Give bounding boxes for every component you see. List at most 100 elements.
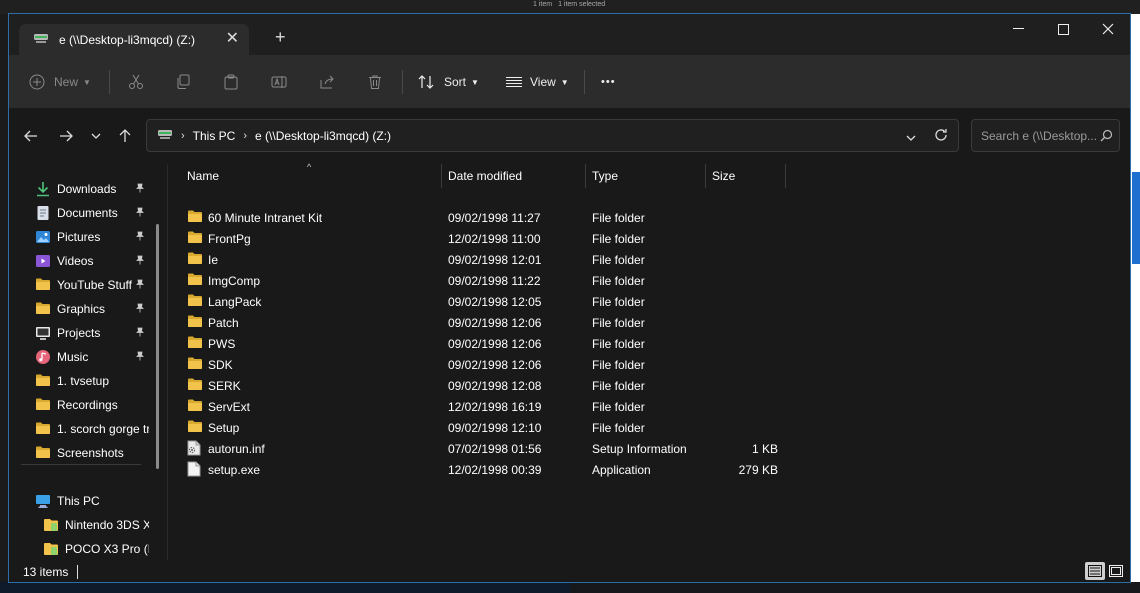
file-date: 09/02/1998 12:05 xyxy=(448,295,542,309)
pin-icon xyxy=(135,255,145,268)
sidebar-item[interactable]: 1. scorch gorge tr xyxy=(9,418,159,440)
search-placeholder: Search e (\\Desktop... xyxy=(981,128,1098,143)
column-type-label: Type xyxy=(592,169,619,183)
cut-button[interactable] xyxy=(128,55,144,109)
column-divider[interactable] xyxy=(441,164,442,188)
sort-icon xyxy=(418,75,434,89)
sidebar-item[interactable]: Downloads xyxy=(9,178,159,200)
new-button[interactable]: New ▼ xyxy=(29,55,91,109)
share-icon xyxy=(320,75,334,89)
table-row[interactable]: FrontPg 12/02/1998 11:00 File folder xyxy=(175,228,795,249)
projects-icon xyxy=(35,325,51,344)
folder-icon xyxy=(35,397,51,414)
address-history-button[interactable] xyxy=(906,130,916,144)
table-row[interactable]: ServExt 12/02/1998 16:19 File folder xyxy=(175,396,795,417)
chevron-down-icon xyxy=(91,133,101,139)
table-row[interactable]: 60 Minute Intranet Kit 09/02/1998 11:27 … xyxy=(175,207,795,228)
sidebar-item-device[interactable]: Nintendo 3DS X xyxy=(9,514,159,536)
folder-icon xyxy=(187,356,203,373)
file-type: Application xyxy=(592,463,651,477)
table-row[interactable]: setup.exe 12/02/1998 00:39 Application 2… xyxy=(175,459,795,480)
sidebar-item[interactable]: Graphics xyxy=(9,298,159,320)
sidebar-item-device[interactable]: POCO X3 Pro (F xyxy=(9,538,159,560)
sidebar-item[interactable]: Projects xyxy=(9,322,159,344)
sidebar-item[interactable]: YouTube Stuff xyxy=(9,274,159,296)
column-header-date[interactable]: Date modified xyxy=(448,164,522,188)
table-row[interactable]: Setup 09/02/1998 12:10 File folder xyxy=(175,417,795,438)
file-type: File folder xyxy=(592,421,645,435)
toolbar-divider xyxy=(109,70,110,94)
search-icon xyxy=(1100,129,1113,145)
tab-title: e (\\Desktop-li3mqcd) (Z:) xyxy=(59,32,196,47)
column-header-name[interactable]: Name xyxy=(187,164,219,188)
tab-current[interactable]: e (\\Desktop-li3mqcd) (Z:) ✕ xyxy=(19,24,249,55)
tiles-view-button[interactable] xyxy=(1106,562,1126,580)
file-date: 12/02/1998 16:19 xyxy=(448,400,542,414)
table-row[interactable]: PWS 09/02/1998 12:06 File folder xyxy=(175,333,795,354)
back-button[interactable] xyxy=(16,121,46,151)
pc-icon xyxy=(35,493,51,512)
sort-button[interactable]: Sort ▼ xyxy=(418,55,479,109)
column-date-label: Date modified xyxy=(448,169,523,183)
details-view-button[interactable] xyxy=(1085,562,1105,580)
background-window-edge xyxy=(1130,14,1140,593)
sidebar-item[interactable]: Videos xyxy=(9,250,159,272)
view-button-label: View xyxy=(530,75,556,89)
up-button[interactable] xyxy=(110,121,140,151)
share-button[interactable] xyxy=(319,55,335,109)
pin-icon xyxy=(135,351,145,364)
sidebar-item[interactable]: Screenshots xyxy=(9,442,159,464)
sidebar-item[interactable]: Documents xyxy=(9,202,159,224)
sidebar-item-label: Screenshots xyxy=(57,446,124,460)
rename-button[interactable] xyxy=(271,55,287,109)
breadcrumb-this-pc[interactable]: This PC xyxy=(193,129,236,143)
address-bar[interactable]: › This PC › e (\\Desktop-li3mqcd) (Z:) xyxy=(146,119,959,152)
column-header-size[interactable]: Size xyxy=(712,164,735,188)
column-divider[interactable] xyxy=(785,164,786,188)
network-drive-icon xyxy=(157,128,173,143)
table-row[interactable]: ImgComp 09/02/1998 11:22 File folder xyxy=(175,270,795,291)
recent-locations-button[interactable] xyxy=(81,121,111,151)
tab-close-icon[interactable]: ✕ xyxy=(226,31,239,47)
device-icon xyxy=(43,517,59,536)
status-divider xyxy=(77,565,78,579)
table-row[interactable]: SERK 09/02/1998 12:08 File folder xyxy=(175,375,795,396)
sidebar-item[interactable]: 1. tvsetup xyxy=(9,370,159,392)
maximize-button[interactable] xyxy=(1040,14,1086,44)
view-button[interactable]: View ▼ xyxy=(506,55,569,109)
sidebar-item[interactable]: Pictures xyxy=(9,226,159,248)
refresh-button[interactable] xyxy=(934,128,948,145)
sidebar-item[interactable]: Music xyxy=(9,346,159,368)
pin-icon xyxy=(135,327,145,340)
file-explorer-window: e (\\Desktop-li3mqcd) (Z:) ✕ + New ▼ Sor… xyxy=(8,13,1131,583)
table-row[interactable]: Patch 09/02/1998 12:06 File folder xyxy=(175,312,795,333)
close-window-button[interactable] xyxy=(1085,14,1131,44)
sidebar-item[interactable]: Recordings xyxy=(9,394,159,416)
pane-divider[interactable] xyxy=(167,164,168,560)
device-icon xyxy=(43,541,59,560)
search-input[interactable]: Search e (\\Desktop... xyxy=(971,119,1120,152)
delete-button[interactable] xyxy=(367,55,383,109)
new-tab-button[interactable]: + xyxy=(275,28,286,46)
paste-button[interactable] xyxy=(223,55,239,109)
column-divider[interactable] xyxy=(585,164,586,188)
breadcrumb-drive[interactable]: e (\\Desktop-li3mqcd) (Z:) xyxy=(255,129,391,143)
navigation-scrollbar[interactable] xyxy=(156,224,159,469)
table-row[interactable]: Ie 09/02/1998 12:01 File folder xyxy=(175,249,795,270)
copy-button[interactable] xyxy=(175,55,191,109)
forward-button[interactable] xyxy=(51,121,81,151)
file-size: 1 KB xyxy=(751,442,778,456)
column-header-type[interactable]: Type xyxy=(592,164,618,188)
status-bar: 13 items xyxy=(9,560,1130,584)
table-row[interactable]: autorun.inf 07/02/1998 01:56 Setup Infor… xyxy=(175,438,795,459)
more-options-button[interactable]: ••• xyxy=(601,55,616,109)
column-divider[interactable] xyxy=(705,164,706,188)
table-row[interactable]: LangPack 09/02/1998 12:05 File folder xyxy=(175,291,795,312)
sidebar-item-this-pc[interactable]: This PC xyxy=(9,490,159,512)
table-row[interactable]: SDK 09/02/1998 12:06 File folder xyxy=(175,354,795,375)
sidebar-divider xyxy=(21,464,141,465)
minimize-button[interactable] xyxy=(995,14,1041,44)
file-name: 60 Minute Intranet Kit xyxy=(208,211,323,225)
pin-icon xyxy=(135,183,145,196)
file-date: 09/02/1998 12:10 xyxy=(448,421,542,435)
